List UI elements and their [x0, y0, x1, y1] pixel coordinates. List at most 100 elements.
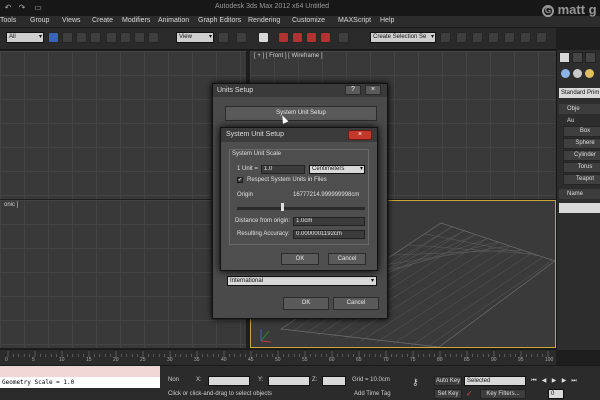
- timeline-tick-label: 5: [32, 357, 35, 363]
- scale-icon[interactable]: [134, 32, 145, 43]
- sphere-button[interactable]: Sphere: [563, 138, 600, 149]
- rectangle-selection-icon[interactable]: [76, 32, 87, 43]
- origin-slider-thumb[interactable]: [281, 203, 284, 211]
- pivot-center-icon[interactable]: [218, 32, 229, 43]
- origin-slider-track[interactable]: [237, 207, 365, 210]
- auto-key-button[interactable]: Auto Key: [434, 376, 462, 386]
- add-time-tag[interactable]: Add Time Tag: [354, 391, 391, 397]
- viewport-front-label[interactable]: [ + ] [ Front ] [ Wireframe ]: [254, 53, 323, 59]
- go-to-end-icon[interactable]: ⏭: [570, 377, 578, 385]
- teapot-button[interactable]: Teapot: [563, 174, 600, 185]
- respect-units-checkbox[interactable]: ✔: [237, 177, 243, 183]
- rotate-icon[interactable]: [120, 32, 131, 43]
- close-icon[interactable]: ×: [365, 85, 381, 95]
- mirror-icon[interactable]: [440, 32, 451, 43]
- maxscript-listener[interactable]: Geometry Scale = 1.0: [0, 366, 160, 388]
- reference-coordinate-dropdown[interactable]: View: [176, 32, 214, 43]
- angle-snap-icon[interactable]: [278, 32, 289, 43]
- autogrid-checkbox[interactable]: Au: [559, 116, 600, 126]
- menu-customize[interactable]: Customize: [292, 17, 325, 24]
- named-selection-dropdown[interactable]: Create Selection Se: [370, 32, 436, 43]
- origin-value: 16777214.999999998cm: [293, 192, 360, 198]
- display-unit-scale-dropdown[interactable]: International: [227, 276, 377, 286]
- modify-tab-icon[interactable]: [572, 52, 583, 63]
- lights-icon[interactable]: [585, 69, 594, 78]
- folder-icon[interactable]: ▭: [32, 3, 44, 13]
- set-key-icon[interactable]: ✓: [466, 389, 473, 398]
- undo-icon[interactable]: ↶: [2, 3, 14, 13]
- layer-manager-icon[interactable]: [472, 32, 483, 43]
- close-icon[interactable]: ×: [348, 130, 372, 140]
- menu-animation[interactable]: Animation: [158, 17, 189, 24]
- align-icon[interactable]: [456, 32, 467, 43]
- graphite-ribbon-icon[interactable]: [488, 32, 499, 43]
- redo-icon[interactable]: ↷: [16, 3, 28, 13]
- help-icon[interactable]: ?: [345, 85, 361, 95]
- key-filters-button[interactable]: Key Filters...: [480, 389, 526, 399]
- cylinder-button[interactable]: Cylinder: [563, 150, 600, 161]
- system-ok-button[interactable]: OK: [281, 253, 319, 265]
- hierarchy-tab-icon[interactable]: [585, 52, 596, 63]
- menu-modifiers[interactable]: Modifiers: [122, 17, 150, 24]
- menu-help[interactable]: Help: [380, 17, 394, 24]
- menu-group[interactable]: Group: [30, 17, 49, 24]
- create-category-icons: [559, 69, 600, 81]
- play-icon[interactable]: ▶: [550, 377, 558, 385]
- move-icon[interactable]: [106, 32, 117, 43]
- menu-rendering[interactable]: Rendering: [248, 17, 280, 24]
- z-label: Z:: [312, 377, 318, 383]
- menu-tools[interactable]: Tools: [0, 17, 16, 24]
- current-frame-field[interactable]: 0: [548, 389, 564, 399]
- percent-snap-icon[interactable]: [292, 32, 303, 43]
- object-name-field[interactable]: [559, 203, 600, 213]
- timeline-tick-label: 20: [113, 357, 119, 363]
- geometry-category-dropdown[interactable]: Standard Prim: [559, 88, 600, 98]
- distance-from-origin-input[interactable]: 1.0cm: [293, 217, 365, 226]
- units-cancel-button[interactable]: Cancel: [333, 297, 379, 310]
- set-key-button[interactable]: Set Key: [434, 389, 462, 399]
- curve-editor-icon[interactable]: [504, 32, 515, 43]
- units-ok-button[interactable]: OK: [283, 297, 329, 310]
- snaps-toggle-icon[interactable]: [258, 32, 269, 43]
- material-editor-icon[interactable]: [520, 32, 531, 43]
- window-crossing-icon[interactable]: [90, 32, 101, 43]
- torus-button[interactable]: Torus: [563, 162, 600, 173]
- listener-input[interactable]: [0, 366, 160, 377]
- z-coordinate-field[interactable]: [322, 376, 346, 386]
- geometry-icon[interactable]: [561, 69, 570, 78]
- render-setup-icon[interactable]: [536, 32, 547, 43]
- selection-filter-dropdown[interactable]: All: [6, 32, 44, 43]
- y-coordinate-field[interactable]: [268, 376, 310, 386]
- system-unit-setup-button[interactable]: System Unit Setup: [225, 106, 377, 121]
- spinner-snap-icon[interactable]: [306, 32, 317, 43]
- magnet-snap-icon[interactable]: [320, 32, 331, 43]
- menu-graph-editors[interactable]: Graph Editors: [198, 17, 241, 24]
- menu-create[interactable]: Create: [92, 17, 113, 24]
- go-to-start-icon[interactable]: ⏮: [530, 377, 538, 385]
- previous-frame-icon[interactable]: ◀: [540, 377, 548, 385]
- unit-type-dropdown[interactable]: Centimeters: [309, 165, 365, 174]
- title-bar: ↶ ↷ ▭ Autodesk 3ds Max 2012 x64 Untitled: [0, 0, 600, 16]
- box-button[interactable]: Box: [563, 126, 600, 137]
- select-manipulate-icon[interactable]: [148, 32, 159, 43]
- create-tab-icon[interactable]: [559, 52, 570, 63]
- shapes-icon[interactable]: [573, 69, 582, 78]
- origin-label: Origin: [237, 192, 254, 198]
- select-object-icon[interactable]: [48, 32, 59, 43]
- edit-named-selection-icon[interactable]: [338, 32, 349, 43]
- next-frame-icon[interactable]: ▶: [560, 377, 568, 385]
- track-bar[interactable]: 0 5 10 15 20 25 30 35 40 45 50 55 60 65 70 75 80 85 90 95 10…: [0, 349, 556, 365]
- viewport-left[interactable]: onic ]: [0, 200, 246, 348]
- key-mode-dropdown[interactable]: Selected: [464, 376, 526, 386]
- system-cancel-button[interactable]: Cancel: [328, 253, 366, 265]
- menu-views[interactable]: Views: [62, 17, 81, 24]
- unit-scale-input[interactable]: 1.0: [261, 165, 305, 174]
- name-rollout[interactable]: Name: [559, 189, 600, 199]
- object-type-rollout[interactable]: Obje: [559, 104, 600, 114]
- viewport-top[interactable]: [0, 51, 246, 199]
- select-by-name-icon[interactable]: [62, 32, 73, 43]
- x-coordinate-field[interactable]: [208, 376, 250, 386]
- keyboard-shortcut-icon[interactable]: [236, 32, 247, 43]
- menu-maxscript[interactable]: MAXScript: [338, 17, 371, 24]
- viewport-left-label[interactable]: onic ]: [4, 202, 18, 208]
